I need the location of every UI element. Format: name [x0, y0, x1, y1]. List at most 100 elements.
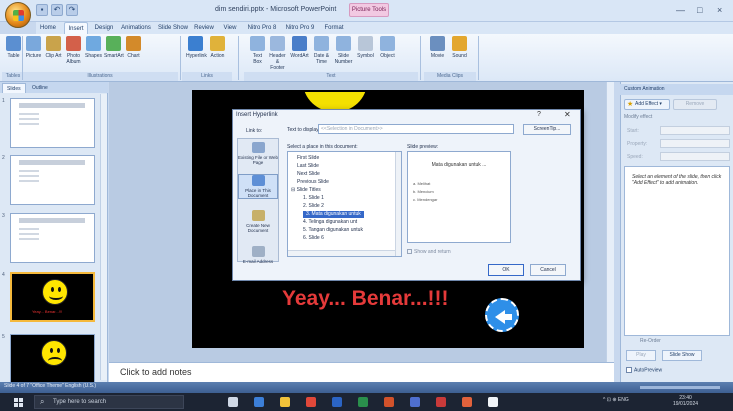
app2-icon[interactable] [436, 397, 446, 407]
store-icon[interactable] [254, 397, 264, 407]
tree-item[interactable]: Last Slide [297, 163, 319, 170]
link-to-create-new-document[interactable]: Create New Document [238, 210, 278, 233]
tree-horizontal-scrollbar[interactable] [288, 250, 395, 256]
context-tab-picture-tools[interactable]: Picture Tools [349, 3, 389, 17]
speed-field[interactable] [660, 152, 730, 161]
tab-insert[interactable]: Insert [64, 22, 88, 34]
undo-icon[interactable]: ↶ [51, 4, 63, 16]
close-button[interactable]: × [717, 5, 722, 15]
tree-item[interactable]: 5. Tangan digunakan untuk [303, 227, 363, 234]
app4-icon[interactable] [488, 397, 498, 407]
header-footer-button[interactable]: Header & Footer [268, 36, 287, 71]
symbol-button[interactable]: Symbol [356, 36, 375, 59]
minimize-button[interactable]: — [676, 5, 685, 15]
tab-home[interactable]: Home [36, 22, 60, 34]
clip-art-button[interactable]: Clip Art [44, 36, 63, 59]
slide-thumbnail[interactable]: Yeay... Benar...!!! [10, 272, 95, 322]
hyperlink-button[interactable]: Hyperlink [186, 36, 207, 59]
notes-placeholder[interactable]: Click to add notes [120, 367, 192, 377]
shapes-button[interactable]: Shapes [84, 36, 103, 59]
task-view-icon[interactable] [228, 397, 238, 407]
start-field[interactable] [660, 126, 730, 135]
tree-item[interactable]: 3. Mata digunakan untuk [303, 211, 364, 218]
office-button[interactable] [5, 2, 31, 28]
help-button[interactable]: ? [537, 111, 541, 118]
property-field[interactable] [660, 139, 730, 148]
tree-item[interactable]: 1. Slide 1 [303, 195, 324, 202]
wordart-button[interactable]: WordArt [290, 36, 309, 59]
link-to-e-mail-address[interactable]: E-mail Address [238, 246, 278, 264]
windows-start-icon[interactable] [14, 398, 23, 407]
remove-button[interactable]: Remove [673, 99, 717, 110]
movie-button[interactable]: Movie [428, 36, 447, 59]
add-effect-button[interactable]: ★ Add Effect ▾ [624, 99, 670, 110]
tab-animations[interactable]: Animations [118, 22, 154, 34]
object-button[interactable]: Object [378, 36, 397, 59]
screentip-button[interactable]: ScreenTip... [523, 124, 571, 135]
tab-design[interactable]: Design [92, 22, 116, 34]
excel-icon[interactable] [358, 397, 368, 407]
editing-scrollbar[interactable] [606, 82, 614, 362]
ok-button[interactable]: OK [488, 264, 524, 276]
zoom-slider[interactable] [640, 386, 720, 389]
chart-button[interactable]: Chart [124, 36, 143, 59]
group-illustrations: Illustrations [22, 72, 178, 81]
system-tray[interactable]: ^ ⊡ ⊕ ENG [603, 397, 629, 403]
back-action-button[interactable] [485, 298, 519, 332]
slide-thumbnail[interactable] [10, 98, 95, 148]
smartart-button[interactable]: SmartArt [104, 36, 124, 59]
tree-item[interactable]: ⊟ Slide Titles [291, 187, 321, 194]
slides-pane-scrollbar[interactable] [100, 94, 107, 380]
save-icon[interactable]: ▪ [36, 4, 48, 16]
powerpoint-icon[interactable] [384, 397, 394, 407]
date-time-button[interactable]: Date & Time [312, 36, 331, 65]
text-to-display-input[interactable]: <<Selection in Document>> [318, 124, 514, 134]
tab-format[interactable]: Format [320, 22, 348, 34]
tab-view[interactable]: View [218, 22, 242, 34]
tree-item[interactable]: 6. Slide 6 [303, 235, 324, 242]
tab-slides[interactable]: Slides [2, 83, 26, 93]
play-button[interactable]: Play [626, 350, 656, 361]
action-button[interactable]: Action [208, 36, 227, 59]
tree-item[interactable]: 4. Telinga digunakan unt [303, 219, 357, 226]
slide-text[interactable]: Yeay... Benar...!!! [282, 287, 449, 311]
slide-thumbnail[interactable] [10, 213, 95, 263]
photo-album-button[interactable]: Photo Album [64, 36, 83, 65]
tree-item[interactable]: Previous Slide [297, 179, 329, 186]
taskbar-search[interactable]: ⌕ Type here to search [34, 395, 184, 409]
show-and-return-checkbox[interactable]: Show and return [407, 249, 451, 255]
app3-icon[interactable] [462, 397, 472, 407]
animation-list[interactable] [624, 166, 730, 336]
dialog-close-button[interactable]: ✕ [564, 110, 571, 119]
slide-show-button[interactable]: Slide Show [662, 350, 702, 361]
tab-nitro-pro-8[interactable]: Nitro Pro 8 [245, 22, 279, 34]
slide-number-button[interactable]: Slide Number [334, 36, 353, 65]
word-icon[interactable] [332, 397, 342, 407]
tree-item[interactable]: Next Slide [297, 171, 320, 178]
link-to-place-in-this-document[interactable]: Place in This Document [238, 174, 278, 199]
slide-thumbnail[interactable] [10, 155, 95, 205]
tab-slide-show[interactable]: Slide Show [157, 22, 189, 34]
chrome-icon[interactable] [306, 397, 316, 407]
modify-effect-label: Modify effect [624, 114, 653, 120]
tree-vertical-scrollbar[interactable] [395, 152, 401, 256]
slide-thumbnail[interactable] [10, 334, 95, 384]
tab-review[interactable]: Review [192, 22, 216, 34]
autopreview-checkbox[interactable]: AutoPreview [626, 367, 662, 373]
maximize-button[interactable]: □ [697, 5, 702, 15]
redo-icon[interactable]: ↷ [66, 4, 78, 16]
group-links: Links [182, 72, 232, 81]
tree-item[interactable]: First Slide [297, 155, 319, 162]
tree-item[interactable]: 2. Slide 2 [303, 203, 324, 210]
text-box-button[interactable]: Text Box [248, 36, 267, 65]
cancel-button[interactable]: Cancel [530, 264, 566, 276]
picture-button[interactable]: Picture [24, 36, 43, 59]
tab-nitro-pro-9[interactable]: Nitro Pro 9 [283, 22, 317, 34]
clock[interactable]: 23:40 19/01/2024 [673, 395, 698, 407]
tab-outline[interactable]: Outline [28, 83, 52, 93]
app-icon[interactable] [410, 397, 420, 407]
link-to-existing-file-or-web-page[interactable]: Existing File or Web Page [238, 142, 278, 165]
sound-button[interactable]: Sound [450, 36, 469, 59]
table-button[interactable]: Table [4, 36, 23, 59]
explorer-icon[interactable] [280, 397, 290, 407]
